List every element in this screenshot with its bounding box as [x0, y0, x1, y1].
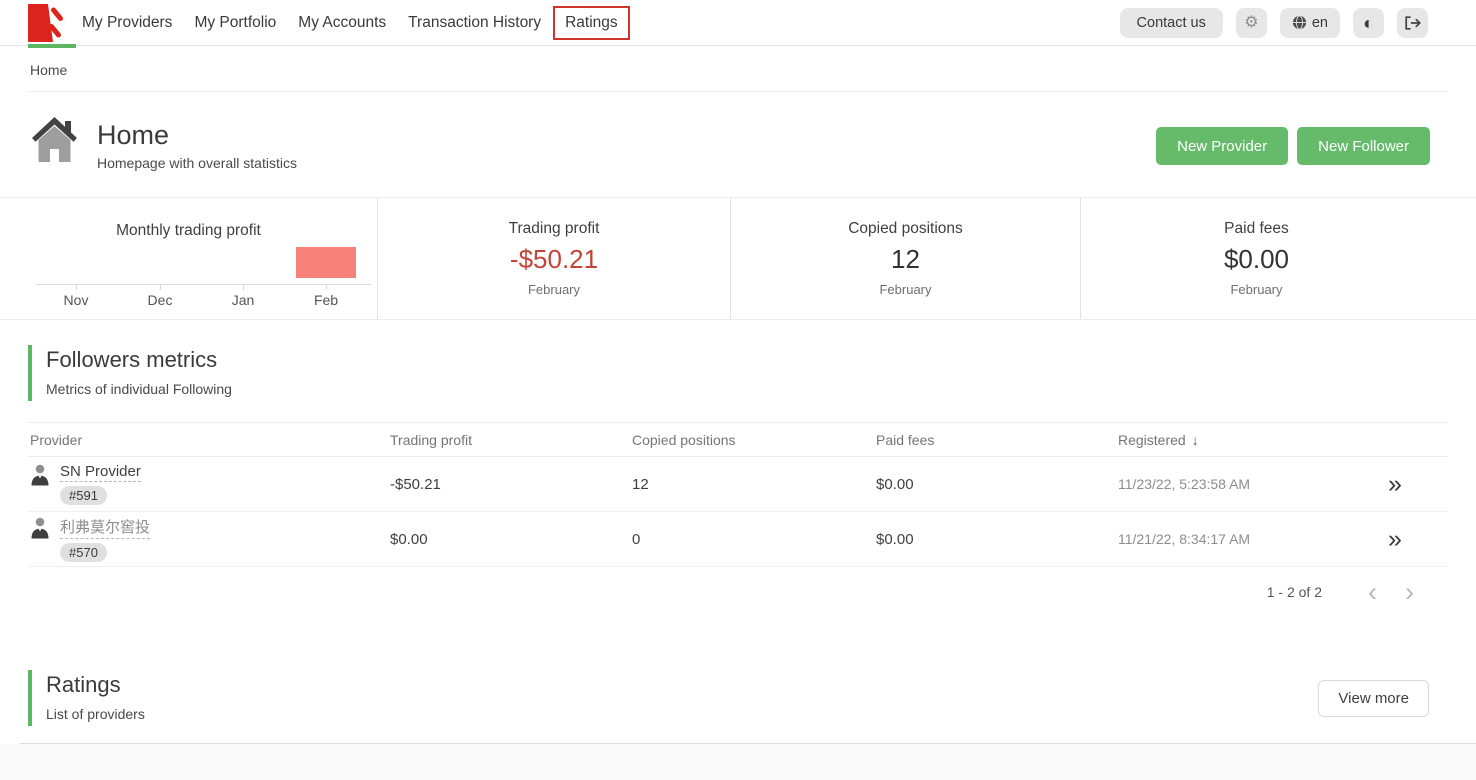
table-row[interactable]: SN Provider #591 -$50.21 12 $0.00 11/23/…: [28, 457, 1448, 512]
nav-my-portfolio[interactable]: My Portfolio: [194, 14, 276, 32]
nav-ratings[interactable]: Ratings: [553, 6, 630, 40]
cell-paid-fees: $0.00: [876, 476, 1118, 493]
stat-label: Paid fees: [1224, 220, 1289, 238]
new-provider-button[interactable]: New Provider: [1156, 127, 1288, 165]
chart-tick: [243, 284, 244, 290]
followers-metrics-header: Followers metrics Metrics of individual …: [28, 345, 232, 401]
settings-button[interactable]: ⚙: [1236, 8, 1267, 38]
open-provider-icon[interactable]: »: [1388, 525, 1400, 553]
cell-paid-fees: $0.00: [876, 531, 1118, 548]
contrast-icon: ◐: [1363, 14, 1374, 32]
breadcrumb[interactable]: Home: [30, 62, 67, 78]
nav-my-accounts[interactable]: My Accounts: [298, 14, 386, 32]
page-subtitle: Homepage with overall statistics: [97, 155, 297, 171]
col-copied-positions: Copied positions: [632, 432, 876, 448]
language-button[interactable]: en: [1280, 8, 1340, 38]
logout-button[interactable]: [1397, 8, 1428, 38]
view-more-button[interactable]: View more: [1318, 680, 1429, 717]
stat-copied-positions: Copied positions 12 February: [731, 198, 1081, 319]
open-provider-icon[interactable]: »: [1388, 470, 1400, 498]
globe-icon: [1292, 15, 1307, 30]
chart-tick: [160, 284, 161, 290]
contact-us-button[interactable]: Contact us: [1120, 8, 1223, 38]
chart-title: Monthly trading profit: [0, 222, 377, 240]
stat-paid-fees: Paid fees $0.00 February: [1081, 198, 1476, 319]
col-registered[interactable]: Registered ↓: [1118, 432, 1388, 448]
stat-value: 12: [891, 244, 920, 275]
top-navigation-bar: My Providers My Portfolio My Accounts Tr…: [0, 0, 1476, 46]
nav-my-providers[interactable]: My Providers: [82, 14, 172, 32]
col-paid-fees: Paid fees: [876, 432, 1118, 448]
chart-tick: [76, 284, 77, 290]
brand-logo-icon[interactable]: [28, 4, 65, 42]
chart-x-axis: [36, 284, 371, 285]
chart-label-feb: Feb: [314, 292, 338, 308]
table-header-row: Provider Trading profit Copied positions…: [28, 422, 1448, 457]
sort-desc-icon: ↓: [1192, 432, 1199, 448]
chart-label-jan: Jan: [232, 292, 255, 308]
new-follower-button[interactable]: New Follower: [1297, 127, 1430, 165]
chart-tick: [326, 284, 327, 290]
chart-bar-feb: [296, 247, 356, 278]
ratings-section-header: Ratings List of providers: [28, 670, 145, 726]
col-trading-profit: Trading profit: [390, 432, 632, 448]
stat-label: Copied positions: [848, 220, 963, 238]
home-icon: [30, 116, 79, 163]
stat-period: February: [1230, 282, 1282, 297]
cell-copied-positions: 0: [632, 531, 876, 548]
stat-value: -$50.21: [510, 244, 598, 275]
stat-value: $0.00: [1224, 244, 1289, 275]
section-title: Followers metrics: [46, 347, 232, 373]
provider-id-badge: #570: [60, 543, 107, 562]
stat-period: February: [879, 282, 931, 297]
active-nav-indicator: [28, 44, 76, 48]
stat-period: February: [528, 282, 580, 297]
pagination-next-icon[interactable]: ›: [1405, 579, 1414, 606]
cell-trading-profit: -$50.21: [390, 476, 632, 493]
section-title: Ratings: [46, 672, 145, 698]
person-icon: [30, 516, 50, 540]
table-pagination: 1 - 2 of 2 ‹ ›: [1267, 578, 1414, 606]
logout-icon: [1404, 16, 1422, 30]
stat-label: Trading profit: [509, 220, 600, 238]
theme-toggle-button[interactable]: ◐: [1353, 8, 1384, 38]
col-registered-label: Registered: [1118, 432, 1186, 448]
bottom-background-strip: [0, 744, 1476, 780]
pagination-range: 1 - 2 of 2: [1267, 584, 1322, 600]
overall-statistics-strip: Monthly trading profit Nov Dec Jan Feb T…: [0, 197, 1476, 320]
chart-label-nov: Nov: [64, 292, 89, 308]
pagination-prev-icon[interactable]: ‹: [1368, 579, 1377, 606]
header-buttons: New Provider New Follower: [1156, 127, 1430, 165]
cell-registered: 11/21/22, 8:34:17 AM: [1118, 531, 1388, 547]
chart-label-dec: Dec: [148, 292, 173, 308]
provider-cell: SN Provider #591: [30, 463, 390, 505]
col-provider: Provider: [30, 432, 390, 448]
person-icon: [30, 463, 50, 487]
topbar-actions: Contact us ⚙ en ◐: [1120, 8, 1428, 38]
provider-name-link[interactable]: SN Provider: [60, 463, 141, 482]
language-label: en: [1312, 15, 1328, 31]
breadcrumb-divider: [28, 91, 1448, 92]
cell-copied-positions: 12: [632, 476, 876, 493]
main-nav: My Providers My Portfolio My Accounts Tr…: [82, 6, 640, 40]
cell-registered: 11/23/22, 5:23:58 AM: [1118, 476, 1388, 492]
monthly-trading-profit-chart: Monthly trading profit Nov Dec Jan Feb: [0, 198, 378, 319]
table-row[interactable]: 利弗莫尔窖投 #570 $0.00 0 $0.00 11/21/22, 8:34…: [28, 512, 1448, 567]
gear-icon: ⚙: [1244, 15, 1258, 31]
provider-id-badge: #591: [60, 486, 107, 505]
stat-trading-profit: Trading profit -$50.21 February: [378, 198, 731, 319]
followers-metrics-table: Provider Trading profit Copied positions…: [28, 422, 1448, 567]
page-title: Home: [97, 120, 169, 151]
section-subtitle: List of providers: [46, 706, 145, 722]
section-subtitle: Metrics of individual Following: [46, 381, 232, 397]
provider-cell: 利弗莫尔窖投 #570: [30, 516, 390, 562]
cell-trading-profit: $0.00: [390, 531, 632, 548]
provider-name-link[interactable]: 利弗莫尔窖投: [60, 516, 150, 539]
nav-transaction-history[interactable]: Transaction History: [408, 14, 541, 32]
